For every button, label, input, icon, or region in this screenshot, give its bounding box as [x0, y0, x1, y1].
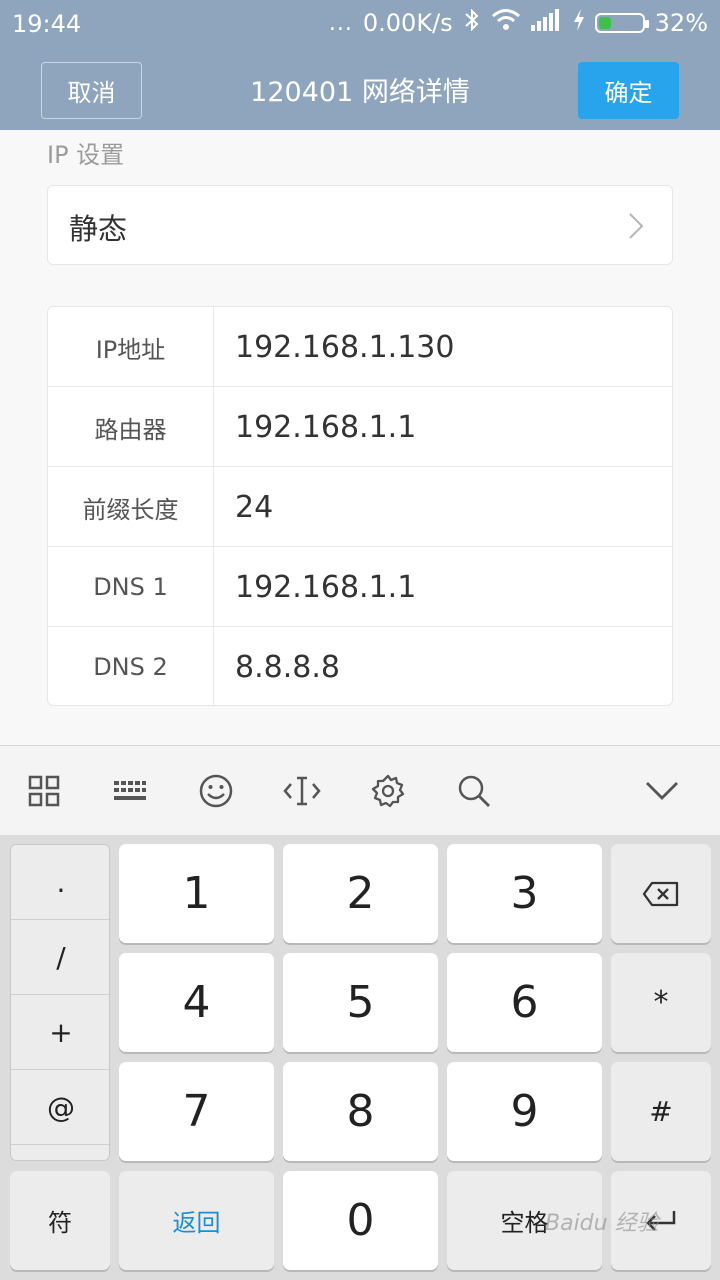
key-9[interactable]: 9 — [447, 1062, 602, 1161]
title-bar: 19:44 ... 0.00K/s 32% 取消 120401 网络详情 确定 — [0, 0, 720, 130]
symbol-column: . / + @ — [10, 844, 111, 1161]
key-0[interactable]: 0 — [283, 1171, 438, 1270]
field-label: DNS 1 — [48, 547, 214, 627]
bluetooth-icon — [463, 8, 481, 38]
key-6[interactable]: 6 — [447, 953, 602, 1052]
search-icon[interactable] — [449, 766, 499, 816]
key-slash[interactable]: / — [11, 920, 111, 995]
key-4[interactable]: 4 — [119, 953, 274, 1052]
field-row-ip: IP地址 192.168.1.130 — [48, 307, 672, 387]
battery-percent: 32% — [654, 9, 708, 37]
key-5[interactable]: 5 — [283, 953, 438, 1052]
collapse-icon[interactable] — [637, 766, 687, 816]
symbol-key[interactable]: 符 — [10, 1171, 110, 1270]
network-fields-table: IP地址 192.168.1.130 路由器 192.168.1.1 前缀长度 … — [47, 306, 673, 706]
ip-mode-value: 静态 — [69, 212, 128, 246]
status-right: ... 0.00K/s 32% — [329, 8, 708, 38]
key-at[interactable]: @ — [11, 1070, 111, 1145]
cancel-button[interactable]: 取消 — [41, 62, 142, 119]
prefix-length-input[interactable]: 24 — [235, 467, 273, 547]
ip-settings-label: IP 设置 — [47, 141, 125, 169]
router-input[interactable]: 192.168.1.1 — [235, 387, 416, 467]
field-label: 路由器 — [48, 387, 214, 467]
back-key[interactable]: 返回 — [119, 1171, 274, 1270]
field-row-prefix: 前缀长度 24 — [48, 467, 672, 547]
charging-icon — [573, 9, 585, 37]
key-plus[interactable]: + — [11, 995, 111, 1070]
field-row-router: 路由器 192.168.1.1 — [48, 387, 672, 467]
chevron-right-icon — [629, 213, 644, 239]
key-2[interactable]: 2 — [283, 844, 438, 943]
status-time: 19:44 — [12, 10, 82, 38]
signal-icon — [530, 9, 563, 37]
key-dot[interactable]: . — [11, 845, 111, 920]
more-dots: ... — [328, 10, 353, 36]
settings-icon[interactable] — [363, 766, 413, 816]
field-label: 前缀长度 — [48, 467, 214, 547]
grid-icon[interactable] — [19, 766, 69, 816]
emoji-icon[interactable] — [191, 766, 241, 816]
field-label: IP地址 — [48, 307, 214, 387]
key-3[interactable]: 3 — [447, 844, 602, 943]
ip-mode-selector[interactable]: 静态 — [47, 185, 673, 265]
network-speed: 0.00K/s — [362, 9, 453, 37]
dns1-input[interactable]: 192.168.1.1 — [235, 547, 416, 627]
battery-icon — [594, 13, 649, 33]
key-7[interactable]: 7 — [119, 1062, 274, 1161]
backspace-key[interactable] — [611, 844, 711, 943]
keyboard-toolbar — [0, 745, 720, 835]
page-title: 120401 网络详情 — [250, 77, 470, 108]
field-label: DNS 2 — [48, 627, 214, 705]
field-row-dns2: DNS 2 8.8.8.8 — [48, 627, 672, 705]
key-8[interactable]: 8 — [283, 1062, 438, 1161]
cursor-icon[interactable] — [277, 766, 327, 816]
backspace-icon — [642, 881, 679, 906]
field-row-dns1: DNS 1 192.168.1.1 — [48, 547, 672, 627]
key-star[interactable]: * — [611, 953, 711, 1052]
baidu-watermark: Baidu 经验 — [545, 1211, 659, 1236]
confirm-button[interactable]: 确定 — [578, 62, 679, 119]
ip-address-input[interactable]: 192.168.1.130 — [235, 307, 454, 387]
key-1[interactable]: 1 — [119, 844, 274, 943]
wifi-icon — [491, 9, 521, 37]
key-hash[interactable]: # — [611, 1062, 711, 1161]
dns2-input[interactable]: 8.8.8.8 — [235, 627, 340, 705]
keyboard-icon[interactable] — [105, 766, 155, 816]
status-bar: 19:44 ... 0.00K/s 32% — [0, 0, 720, 52]
